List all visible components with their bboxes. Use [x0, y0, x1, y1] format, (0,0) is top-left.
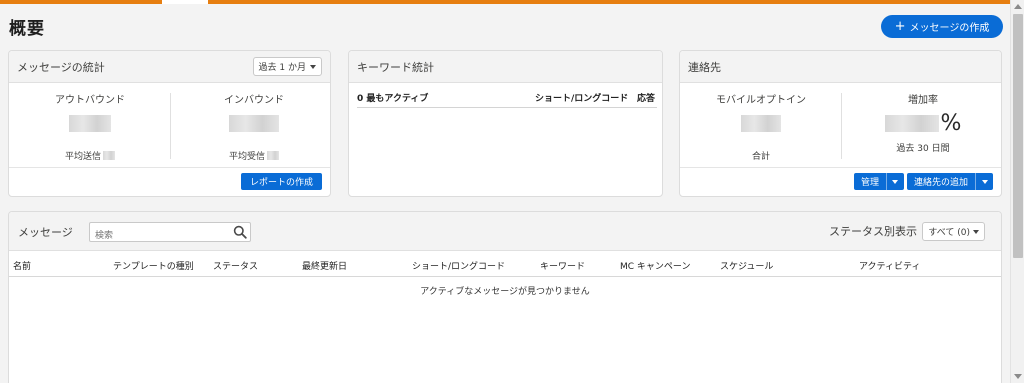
messages-header: メッセージ ステータス別表示 すべて (0)	[9, 212, 1001, 251]
manage-dropdown[interactable]	[885, 173, 904, 190]
growth-period: 過去 30 日間	[848, 141, 998, 154]
period-select[interactable]: 過去 1 か月	[252, 57, 322, 76]
growth-label: 増加率	[908, 95, 938, 106]
page-scrollbar[interactable]	[1010, 0, 1024, 383]
create-report-button[interactable]: レポートの作成	[240, 173, 322, 190]
contacts-footer: 管理 連絡先の追加	[680, 167, 1001, 196]
brand-top-bar	[0, 0, 1010, 4]
chevron-down-icon	[973, 229, 979, 234]
search-icon[interactable]	[233, 225, 247, 239]
active-tab-indicator	[162, 0, 208, 4]
mobile-optin-total: 合計	[686, 149, 836, 162]
contacts-card: 連絡先 モバイルオプトイン 合計 増加率 % 過去 30 日間 管理 連絡先の追…	[679, 50, 1002, 197]
outbound-avg-redacted	[103, 151, 115, 160]
inbound-avg-redacted	[267, 151, 279, 160]
scroll-up-icon[interactable]	[1014, 4, 1022, 9]
period-select-value: 過去 1 か月	[258, 63, 306, 73]
mobile-optin-label: モバイルオプトイン	[716, 95, 806, 106]
plus-icon: +	[894, 19, 906, 34]
growth-value: %	[848, 111, 998, 136]
messages-table-header: 名前 テンプレートの種別 ステータス 最終更新日 ショート/ロングコード キーワ…	[9, 251, 1001, 277]
inbound-stat: インバウンド 平均受信	[179, 91, 329, 162]
messages-card: メッセージ ステータス別表示 すべて (0) 名前 テンプレートの種別 ステータ…	[8, 211, 1002, 383]
col-schedule[interactable]: スケジュール	[720, 259, 773, 272]
manage-button[interactable]: 管理	[854, 173, 886, 190]
keyword-stats-title: キーワード統計	[357, 60, 434, 74]
growth-value-redacted	[884, 115, 939, 132]
create-message-button[interactable]: + メッセージの作成	[881, 15, 1003, 38]
outbound-value-redacted	[69, 115, 111, 132]
col-activity[interactable]: アクティビティ	[859, 259, 920, 272]
mobile-optin-value-redacted	[741, 115, 781, 132]
contacts-actions: 管理 連絡先の追加	[853, 173, 993, 190]
growth-stat: 増加率 % 過去 30 日間	[848, 91, 998, 161]
scrollbar-thumb[interactable]	[1013, 14, 1023, 258]
add-contact-split-button[interactable]: 連絡先の追加	[906, 173, 993, 190]
keyword-col-response: 応答	[637, 94, 656, 104]
status-filter-label: ステータス別表示	[829, 225, 917, 238]
mobile-optin-total-label: 合計	[751, 152, 770, 162]
contacts-divider	[841, 93, 842, 159]
keyword-stats-header: キーワード統計	[349, 51, 662, 83]
message-search	[89, 222, 251, 245]
col-template-type[interactable]: テンプレートの種別	[113, 259, 194, 272]
add-contact-button[interactable]: 連絡先の追加	[907, 173, 975, 190]
status-filter-select[interactable]: すべて (0)	[922, 222, 985, 241]
message-stats-footer: レポートの作成	[9, 167, 330, 196]
col-status[interactable]: ステータス	[213, 259, 258, 272]
inbound-value-redacted	[229, 115, 279, 132]
col-keyword[interactable]: キーワード	[540, 259, 585, 272]
chevron-down-icon	[981, 179, 988, 184]
outbound-label: アウトバウンド	[55, 95, 125, 106]
outbound-stat: アウトバウンド 平均送信	[15, 91, 165, 162]
message-stats-title: メッセージの統計	[17, 60, 105, 74]
page-title: 概要	[9, 19, 45, 39]
keyword-table-header: 0 最もアクティブ ショート/ロングコード 応答	[357, 89, 657, 108]
mobile-optin-stat: モバイルオプトイン 合計	[686, 91, 836, 162]
message-stats-card: メッセージの統計 過去 1 か月 アウトバウンド 平均送信 インバウンド 平均受…	[8, 50, 331, 197]
keyword-stats-card: キーワード統計 0 最もアクティブ ショート/ロングコード 応答	[348, 50, 663, 197]
col-short-long-code[interactable]: ショート/ロングコード	[412, 259, 505, 272]
manage-split-button[interactable]: 管理	[853, 173, 904, 190]
contacts-title: 連絡先	[688, 60, 721, 74]
col-mc-campaign[interactable]: MC キャンペーン	[620, 259, 690, 272]
keyword-col-code: ショート/ロングコード	[535, 94, 629, 104]
col-last-updated[interactable]: 最終更新日	[302, 259, 347, 272]
col-name[interactable]: 名前	[13, 259, 31, 272]
add-contact-dropdown[interactable]	[975, 173, 993, 190]
chevron-down-icon	[310, 64, 316, 69]
scroll-down-icon[interactable]	[1014, 374, 1022, 379]
chevron-down-icon	[892, 179, 899, 184]
empty-state-text: アクティブなメッセージが見つかりません	[420, 287, 590, 297]
stats-divider	[170, 93, 171, 159]
outbound-avg: 平均送信	[15, 149, 165, 162]
inbound-label: インバウンド	[224, 95, 284, 106]
messages-title: メッセージ	[18, 226, 73, 239]
growth-unit: %	[940, 111, 962, 136]
search-input[interactable]	[90, 227, 225, 245]
keyword-col-most-active: 0 最もアクティブ	[357, 94, 429, 104]
create-message-label: メッセージの作成	[909, 23, 990, 34]
contacts-header: 連絡先	[680, 51, 1001, 83]
outbound-avg-label: 平均送信	[64, 152, 101, 162]
inbound-avg: 平均受信	[179, 149, 329, 162]
growth-period-label: 過去 30 日間	[896, 144, 950, 154]
inbound-avg-label: 平均受信	[228, 152, 265, 162]
status-filter-value: すべて (0)	[928, 228, 970, 238]
